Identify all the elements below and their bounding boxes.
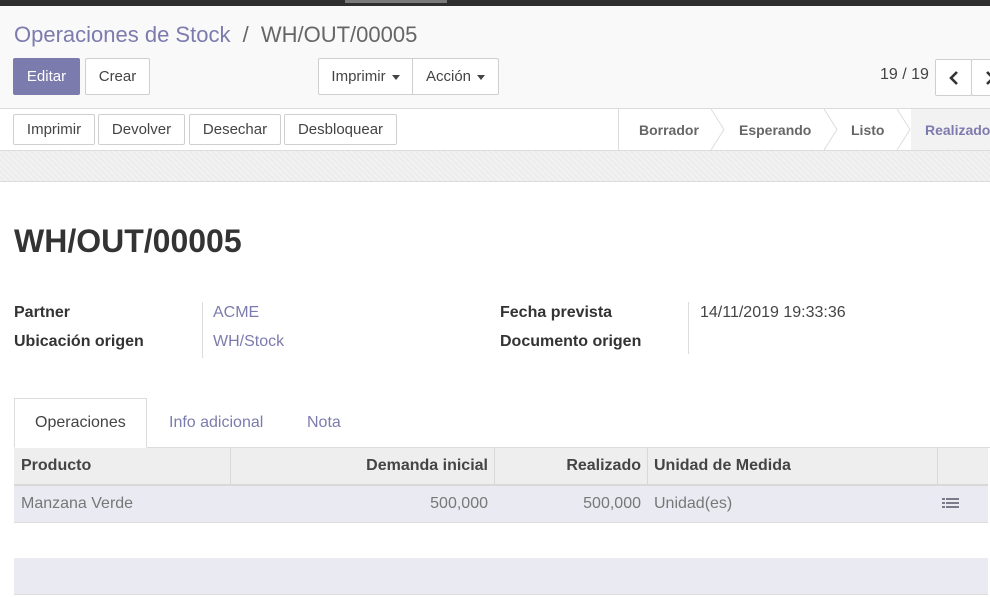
table-header: Producto Demanda inicial Realizado Unida… [14, 448, 988, 486]
print-dropdown-button[interactable]: Imprimir [318, 58, 413, 95]
action-dropdown-label: Acción [425, 68, 472, 85]
partner-label: Partner [14, 304, 71, 321]
scheduled-date-label: Fecha prevista [500, 304, 613, 321]
column-header-done[interactable]: Realizado [495, 448, 647, 484]
origin-document-label: Documento origen [500, 333, 642, 350]
return-button[interactable]: Devolver [98, 114, 185, 145]
source-location-link[interactable]: WH/Stock [213, 333, 284, 351]
tab-nota[interactable]: Nota [307, 398, 341, 447]
sheet-background [0, 151, 990, 182]
breadcrumb-current: WH/OUT/00005 [260, 22, 418, 47]
scrap-button[interactable]: Desechar [189, 114, 281, 145]
active-app-indicator [345, 0, 447, 3]
stage-esperando[interactable]: Esperando [739, 109, 811, 150]
cell-product: Manzana Verde [21, 495, 134, 512]
table-row [14, 558, 988, 595]
breadcrumb-parent-link[interactable]: Operaciones de Stock [14, 22, 230, 47]
tab-operaciones[interactable]: Operaciones [14, 398, 147, 448]
stage-arrow-icon [824, 109, 838, 150]
cell-unit: Unidad(es) [654, 495, 733, 512]
edit-button[interactable]: Editar [13, 58, 80, 95]
scheduled-date-value: 14/11/2019 19:33:36 [700, 304, 846, 321]
list-icon [942, 498, 959, 508]
caret-down-icon [391, 75, 400, 80]
breadcrumb: Operaciones de Stock / WH/OUT/00005 [14, 22, 417, 48]
stage-arrow-icon [711, 109, 725, 150]
field-divider [688, 302, 689, 354]
partner-link[interactable]: ACME [213, 304, 259, 322]
chevron-left-icon [949, 71, 958, 85]
chevron-right-icon [986, 71, 990, 85]
action-dropdown-button[interactable]: Acción [412, 58, 499, 95]
column-header-unit[interactable]: Unidad de Medida [654, 448, 934, 484]
status-stages: Borrador Esperando Listo Realizado [618, 109, 990, 150]
field-divider [202, 302, 203, 358]
pager-next-button[interactable] [971, 59, 990, 96]
print-button[interactable]: Imprimir [13, 114, 95, 145]
caret-down-icon [477, 75, 486, 80]
table-row[interactable]: Manzana Verde 500,000 500,000 Unidad(es) [14, 486, 988, 523]
detailed-operations-button[interactable] [942, 486, 962, 522]
table-row [14, 522, 988, 559]
cell-initial-demand: 500,000 [430, 495, 488, 512]
unlock-button[interactable]: Desbloquear [284, 114, 397, 145]
stage-realizado: Realizado [911, 109, 990, 150]
column-header-initial-demand[interactable]: Demanda inicial [231, 448, 494, 484]
control-panel: Operaciones de Stock / WH/OUT/00005 Edit… [0, 6, 990, 109]
stage-arrow-icon [897, 109, 911, 150]
column-divider [647, 448, 648, 484]
cell-done: 500,000 [583, 495, 641, 512]
stage-listo[interactable]: Listo [851, 109, 884, 150]
breadcrumb-separator: / [242, 22, 249, 47]
column-divider [937, 448, 938, 484]
tab-info-adicional[interactable]: Info adicional [169, 398, 263, 447]
statusbar: Imprimir Devolver Desechar Desbloquear B… [0, 109, 990, 151]
stage-borrador[interactable]: Borrador [639, 109, 699, 150]
print-dropdown-label: Imprimir [331, 68, 386, 85]
notebook-tabs: Operaciones Info adicional Nota [14, 398, 990, 448]
pager-value: 19 / 19 [880, 66, 929, 83]
record-title: WH/OUT/00005 [14, 223, 242, 259]
column-header-product[interactable]: Producto [21, 448, 231, 484]
source-location-label: Ubicación origen [14, 333, 144, 350]
create-button[interactable]: Crear [85, 58, 150, 95]
pager-previous-button[interactable] [935, 59, 972, 96]
